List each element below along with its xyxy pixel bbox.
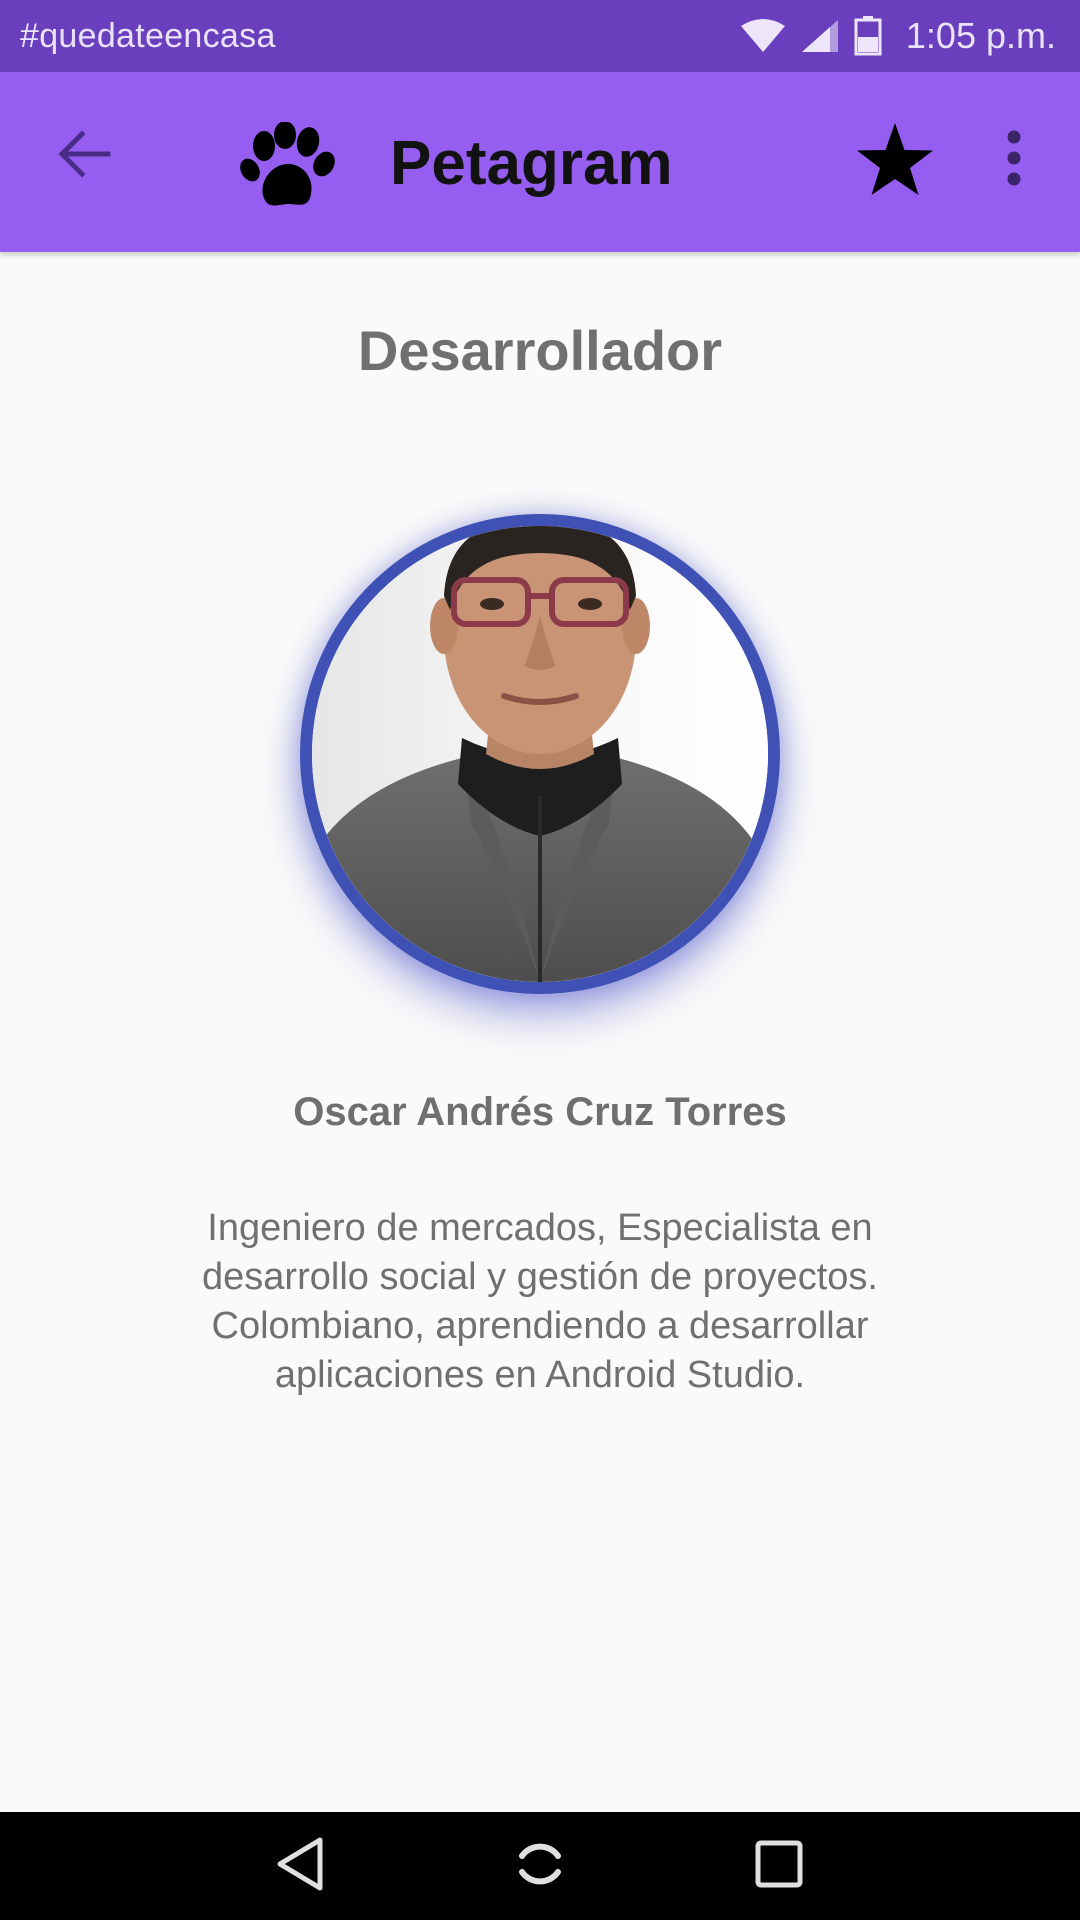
page-heading: Desarrollador xyxy=(357,319,723,382)
developer-photo xyxy=(312,526,768,982)
favorites-button[interactable] xyxy=(848,114,942,208)
nav-recents-icon xyxy=(753,1838,805,1895)
nav-home-button[interactable] xyxy=(502,1828,578,1904)
developer-bio: Ingeniero de mercados, Especialista en d… xyxy=(140,1204,940,1400)
battery-icon xyxy=(854,16,882,56)
nav-back-button[interactable] xyxy=(262,1828,338,1904)
navigation-bar xyxy=(0,1812,1080,1920)
bio-line: Ingeniero de mercados, Especialista en xyxy=(207,1207,873,1249)
paw-icon xyxy=(238,116,338,216)
overflow-menu-button[interactable] xyxy=(988,118,1040,202)
bio-line: aplicaciones en Android Studio. xyxy=(274,1354,806,1396)
star-icon xyxy=(855,121,935,202)
screen: #quedateencasa 1:05 p.m. Petagram Desarr… xyxy=(0,0,1080,1920)
signal-icon xyxy=(800,18,840,54)
app-title: Petagram xyxy=(390,129,673,198)
nav-home-icon xyxy=(512,1836,568,1897)
more-vert-icon xyxy=(1005,129,1023,192)
back-button[interactable] xyxy=(44,116,124,196)
arrow-left-icon xyxy=(56,129,112,184)
nav-back-icon xyxy=(274,1836,326,1897)
wifi-icon xyxy=(740,18,786,54)
status-icons: 1:05 p.m. xyxy=(740,12,1056,60)
status-bar: #quedateencasa 1:05 p.m. xyxy=(0,0,1080,72)
developer-name: Oscar Andrés Cruz Torres xyxy=(293,1090,787,1134)
notification-text: #quedateencasa xyxy=(20,17,276,55)
bio-line: desarrollo social y gestión de proyectos… xyxy=(202,1256,878,1298)
developer-avatar xyxy=(300,514,780,994)
app-bar: Petagram xyxy=(0,72,1080,252)
bio-line: Colombiano, aprendiendo a desarrollar xyxy=(211,1305,869,1347)
status-time: 1:05 p.m. xyxy=(905,15,1056,56)
nav-recents-button[interactable] xyxy=(741,1828,817,1904)
